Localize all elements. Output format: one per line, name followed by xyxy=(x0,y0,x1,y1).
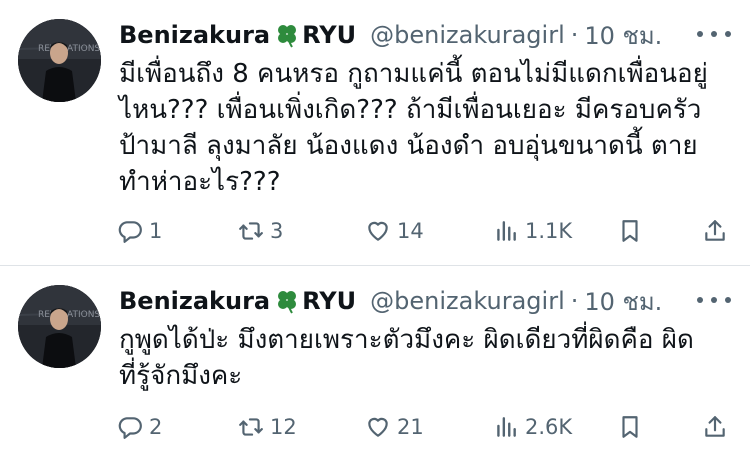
bookmark-icon xyxy=(622,220,638,242)
views-icon xyxy=(497,417,516,437)
timestamp[interactable]: 10 ชม. xyxy=(584,16,662,55)
tweet-header: Benizakura RYU @benizakuragirl · 10 ชม. xyxy=(119,284,662,318)
svg-text:REVELATIONS: REVELATIONS xyxy=(38,44,100,54)
more-icon[interactable] xyxy=(697,22,731,46)
reply-count: 1 xyxy=(149,219,163,243)
share-button[interactable] xyxy=(702,412,728,442)
user-handle[interactable]: @benizakuragirl xyxy=(370,287,565,315)
share-button[interactable] xyxy=(702,216,728,246)
like-button[interactable]: 14 xyxy=(365,216,424,246)
separator-dot: · xyxy=(570,287,579,315)
more-icon[interactable] xyxy=(697,288,731,312)
reply-count: 2 xyxy=(149,415,163,439)
avatar[interactable]: REVELATIONS xyxy=(18,285,101,368)
display-name[interactable]: Benizakura xyxy=(119,21,270,49)
retweet-icon xyxy=(239,418,263,436)
like-count: 21 xyxy=(397,415,424,439)
bookmark-button[interactable] xyxy=(617,216,643,246)
reply-icon xyxy=(118,221,142,243)
tweet-text: มีเพื่อนถึง 8 คนหรอ กูถามแค่นี้ ตอนไม่มี… xyxy=(119,59,708,197)
views-button[interactable]: 1.1K xyxy=(493,216,572,246)
tweet[interactable]: REVELATIONS Benizakura RYU @benizakuragi… xyxy=(0,0,750,265)
bookmark-button[interactable] xyxy=(617,412,643,442)
display-name-suffix[interactable]: RYU xyxy=(302,287,356,315)
like-button[interactable]: 21 xyxy=(365,412,424,442)
display-name[interactable]: Benizakura xyxy=(119,287,270,315)
retweet-count: 12 xyxy=(270,415,297,439)
action-bar: 1 3 14 1.1K xyxy=(117,216,737,246)
tweet-header: Benizakura RYU @benizakuragirl · 10 ชม. xyxy=(119,18,662,52)
four-leaf-clover-icon xyxy=(274,288,300,314)
heart-icon xyxy=(368,417,388,437)
reply-icon xyxy=(118,417,142,439)
display-name-suffix[interactable]: RYU xyxy=(302,21,356,49)
avatar[interactable]: REVELATIONS xyxy=(18,19,101,102)
share-icon xyxy=(705,416,725,437)
separator-dot: · xyxy=(570,21,579,49)
timestamp[interactable]: 10 ชม. xyxy=(584,282,662,321)
svg-text:REVELATIONS: REVELATIONS xyxy=(38,310,100,320)
four-leaf-clover-icon xyxy=(274,22,300,48)
views-icon xyxy=(497,221,516,241)
reply-button[interactable]: 2 xyxy=(117,412,162,442)
view-count: 2.6K xyxy=(525,415,573,439)
retweet-button[interactable]: 3 xyxy=(238,216,283,246)
share-icon xyxy=(705,220,725,241)
view-count: 1.1K xyxy=(525,219,573,243)
action-bar: 2 12 21 2.6K xyxy=(117,412,737,442)
like-count: 14 xyxy=(397,219,424,243)
retweet-icon xyxy=(239,222,263,240)
tweet-text: กูพูดได้ป่ะ มึงตายเพราะตัวมึงคะ ผิดเดียว… xyxy=(119,325,694,391)
retweet-button[interactable]: 12 xyxy=(238,412,297,442)
user-handle[interactable]: @benizakuragirl xyxy=(370,21,565,49)
bookmark-icon xyxy=(622,416,638,438)
retweet-count: 3 xyxy=(270,219,284,243)
reply-button[interactable]: 1 xyxy=(117,216,162,246)
heart-icon xyxy=(368,221,388,241)
tweet[interactable]: REVELATIONS Benizakura RYU @benizakuragi… xyxy=(0,266,750,457)
views-button[interactable]: 2.6K xyxy=(493,412,572,442)
